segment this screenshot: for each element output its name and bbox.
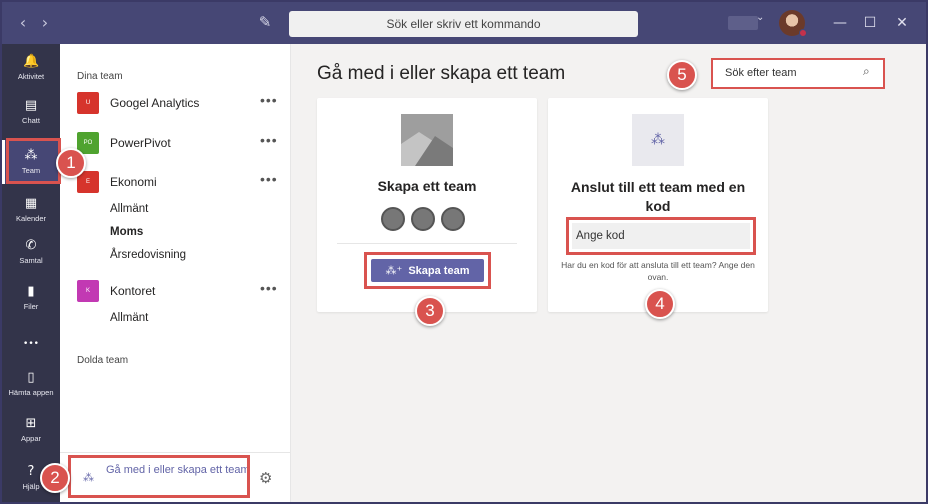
page-title: Gå med i eller skapa ett team xyxy=(317,63,566,84)
rail-item-label: Aktivitet xyxy=(17,72,45,81)
person-placeholder-icon xyxy=(381,207,405,231)
team-avatar: K xyxy=(77,280,99,302)
person-placeholder-icon xyxy=(441,207,465,231)
annotation-box-join-create xyxy=(68,455,250,498)
presence-status-icon xyxy=(799,29,807,37)
more-options-icon[interactable]: ••• xyxy=(260,171,278,187)
annotation-marker-3: 3 xyxy=(415,296,445,326)
team-image-placeholder-icon xyxy=(401,114,453,166)
your-teams-heading: Dina team xyxy=(77,71,123,82)
search-icon[interactable]: ⌕ xyxy=(863,64,870,79)
forward-arrow-icon[interactable]: › xyxy=(36,14,54,32)
team-item-ekonomi[interactable]: E Ekonomi ••• xyxy=(77,171,282,195)
mobile-icon: ▯ xyxy=(27,370,35,385)
rail-item-label: Appar xyxy=(20,434,41,443)
phone-icon: ✆ xyxy=(25,238,37,253)
close-button[interactable]: ✕ xyxy=(892,13,912,33)
title-bar: ‹ › ✎ Sök eller skriv ett kommando ⌄ — ☐… xyxy=(2,2,926,44)
channel-item-arsredovisning[interactable]: Årsredovisning xyxy=(110,249,186,261)
apps-icon: ⊞ xyxy=(25,416,37,431)
channel-item-allmant[interactable]: Allmänt xyxy=(110,203,148,215)
join-with-code-card: ⁂ Anslut till ett team med en kod Ange k… xyxy=(548,98,768,312)
teams-icon: ⁂ xyxy=(632,114,684,166)
rail-item-calls[interactable]: ✆ Samtal xyxy=(2,238,60,282)
rail-item-files[interactable]: ▮ Filer xyxy=(2,284,60,328)
rail-item-label: Filer xyxy=(23,302,39,311)
chevron-down-icon[interactable]: ⌄ xyxy=(756,12,764,23)
account-name-blurred[interactable] xyxy=(728,16,758,30)
channel-item-allmant[interactable]: Allmänt xyxy=(110,312,148,324)
teams-panel: Dina team U Googel Analytics ••• PO Powe… xyxy=(60,44,291,502)
minimize-button[interactable]: — xyxy=(830,13,850,33)
person-placeholder-icon xyxy=(411,207,435,231)
channel-item-moms[interactable]: Moms xyxy=(110,226,143,238)
annotation-box-team-rail xyxy=(6,138,61,184)
divider xyxy=(337,243,517,244)
create-team-title: Skapa ett team xyxy=(377,178,477,194)
team-avatar: U xyxy=(77,92,99,114)
rail-item-apps[interactable]: ⊞ Appar xyxy=(2,416,60,460)
bell-icon: 🔔 xyxy=(23,54,40,69)
rail-item-label: Hämta appen xyxy=(8,388,54,397)
team-item-powerpivot[interactable]: PO PowerPivot ••• xyxy=(77,132,282,156)
more-options-icon[interactable]: ••• xyxy=(260,132,278,148)
create-team-card: Skapa ett team ⁂⁺ Skapa team xyxy=(317,98,537,312)
help-icon: ? xyxy=(27,464,35,479)
main-content: Gå med i eller skapa ett team Sök efter … xyxy=(291,44,926,502)
rail-item-label: Chatt xyxy=(22,116,40,125)
command-search-bar[interactable]: Sök eller skriv ett kommando xyxy=(289,11,638,37)
code-input-highlight: Ange kod xyxy=(566,217,756,255)
calendar-icon: ▦ xyxy=(24,196,38,211)
active-indicator xyxy=(2,140,5,184)
annotation-marker-4: 4 xyxy=(645,289,675,319)
team-name: Ekonomi xyxy=(110,175,157,189)
team-name: Kontoret xyxy=(110,284,156,298)
create-team-button[interactable]: ⁂⁺ Skapa team xyxy=(371,259,484,282)
annotation-marker-1: 1 xyxy=(56,148,86,178)
annotation-marker-2: 2 xyxy=(40,463,70,493)
chat-icon: ▤ xyxy=(24,98,38,113)
teams-window: ‹ › ✎ Sök eller skriv ett kommando ⌄ — ☐… xyxy=(0,0,928,504)
annotation-marker-5: 5 xyxy=(667,60,697,90)
rail-item-label: Samtal xyxy=(19,256,43,265)
back-arrow-icon[interactable]: ‹ xyxy=(14,14,32,32)
rail-item-label: Kalender xyxy=(15,214,47,223)
teams-add-icon: ⁂⁺ xyxy=(385,264,403,277)
create-team-highlight: ⁂⁺ Skapa team xyxy=(364,252,491,289)
create-team-button-label: Skapa team xyxy=(408,265,470,277)
files-icon: ▮ xyxy=(27,284,35,299)
rail-item-activity[interactable]: 🔔 Aktivitet xyxy=(2,54,60,98)
team-name: PowerPivot xyxy=(110,136,171,150)
team-item-kontoret[interactable]: K Kontoret ••• xyxy=(77,280,282,304)
team-search-input[interactable]: Sök efter team xyxy=(717,64,879,83)
team-item-googel-analytics[interactable]: U Googel Analytics ••• xyxy=(77,92,282,116)
rail-item-chat[interactable]: ▤ Chatt xyxy=(2,98,60,142)
app-rail: 🔔 Aktivitet ▤ Chatt ⁂ Team ▦ Kalender ✆ … xyxy=(2,44,60,502)
compose-icon[interactable]: ✎ xyxy=(256,13,274,31)
more-icon: ••• xyxy=(23,339,39,349)
gear-icon[interactable]: ⚙ xyxy=(259,469,272,487)
rail-item-download-app[interactable]: ▯ Hämta appen xyxy=(2,370,60,414)
join-with-code-title: Anslut till ett team med en kod xyxy=(570,179,746,214)
team-name: Googel Analytics xyxy=(110,96,200,110)
hidden-teams-heading[interactable]: Dolda team xyxy=(77,355,128,366)
team-code-input[interactable]: Ange kod xyxy=(572,223,750,249)
rail-item-calendar[interactable]: ▦ Kalender xyxy=(2,196,60,240)
team-search-highlight: Sök efter team ⌕ xyxy=(711,58,885,89)
more-options-icon[interactable]: ••• xyxy=(260,280,278,296)
maximize-button[interactable]: ☐ xyxy=(860,13,880,33)
more-options-icon[interactable]: ••• xyxy=(260,92,278,108)
code-help-text: Har du en kod för att ansluta till ett t… xyxy=(561,260,755,282)
